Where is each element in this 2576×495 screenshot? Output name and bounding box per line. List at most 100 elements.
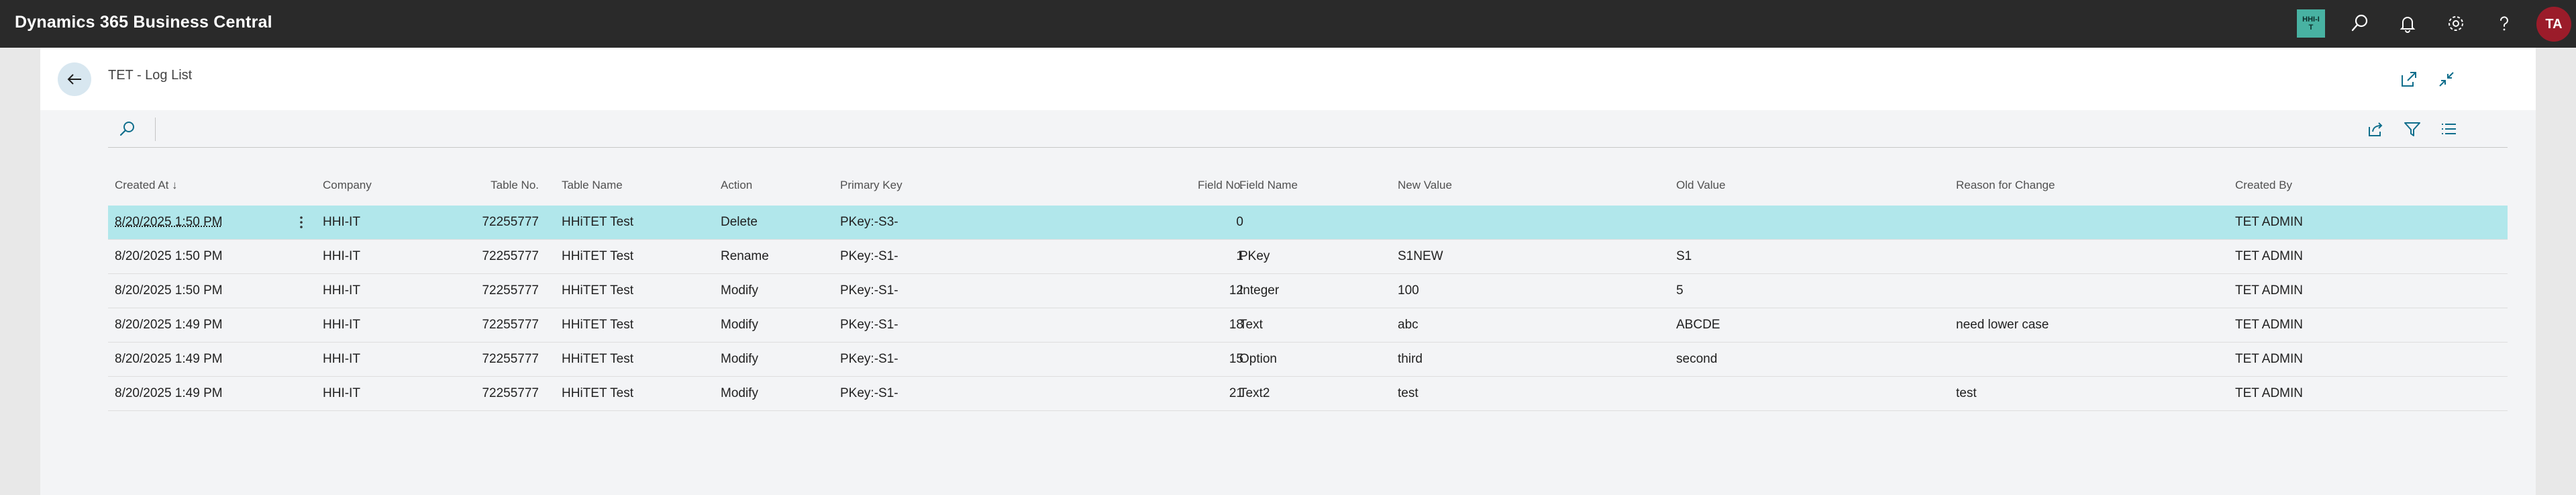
cell-table-name: HHiTET Test (562, 386, 633, 400)
cell-primary-key: PKey:-S1- (840, 352, 898, 366)
cell-field-name (1239, 206, 1374, 239)
cell-created-at[interactable]: 8/20/2025 1:50 PM (115, 240, 269, 273)
cell-field-no: 18 (1229, 318, 1243, 332)
cell-table-no: 72255777 (482, 215, 539, 229)
company-badge[interactable]: HHI-IT (2297, 9, 2325, 38)
search-icon[interactable] (2349, 12, 2371, 35)
column-header-primary-key[interactable]: Primary Key (840, 179, 974, 192)
help-icon[interactable] (2493, 12, 2516, 35)
cell-table-name: HHiTET Test (562, 215, 633, 229)
cell-field-no: 0 (1236, 215, 1243, 229)
cell-old-value: 5 (1676, 283, 1684, 298)
cell-created-by: TET ADMIN (2235, 249, 2303, 263)
table-row[interactable]: 8/20/2025 1:50 PM HHI-IT 72255777 HHiTET Te… (108, 240, 2508, 274)
cell-new-value (1398, 206, 1599, 239)
cell-created-by: TET ADMIN (2235, 386, 2303, 400)
cell-table-name: HHiTET Test (562, 283, 633, 298)
table-row[interactable]: 8/20/2025 1:49 PM HHI-IT 72255777 HHiTET Te… (108, 308, 2508, 343)
column-header-reason[interactable]: Reason for Change (1956, 179, 2157, 192)
cell-reason (1956, 274, 2157, 308)
cell-table-name: HHiTET Test (562, 318, 633, 332)
cell-reason: need lower case (1956, 318, 2049, 332)
cell-created-by: TET ADMIN (2235, 215, 2303, 229)
page-header: TET - Log List (40, 48, 2536, 110)
cell-table-no: 72255777 (482, 386, 539, 400)
gear-icon[interactable] (2444, 12, 2467, 35)
cell-table-no: 72255777 (482, 352, 539, 366)
column-header-company[interactable]: Company (323, 179, 423, 192)
cell-primary-key: PKey:-S3- (840, 215, 898, 229)
column-header-old-value[interactable]: Old Value (1676, 179, 1877, 192)
cell-primary-key: PKey:-S1- (840, 318, 898, 332)
table-row[interactable]: 8/20/2025 1:50 PM HHI-IT 72255777 HHiTET Te… (108, 274, 2508, 308)
column-header-field-no[interactable]: Field No. (1135, 179, 1243, 192)
cell-company: HHI-IT (323, 352, 360, 366)
cell-created-by: TET ADMIN (2235, 283, 2303, 298)
column-header-table-no[interactable]: Table No. (430, 179, 539, 192)
arrow-left-icon (67, 74, 81, 85)
cell-created-at[interactable]: 8/20/2025 1:50 PM (115, 274, 269, 308)
cell-action: Modify (721, 386, 758, 400)
column-header-created-at[interactable]: Created At ↓ (115, 179, 269, 192)
cell-reason (1956, 343, 2157, 376)
cell-action: Delete (721, 215, 758, 229)
cell-field-no: 1 (1236, 249, 1243, 263)
cell-old-value: S1 (1676, 249, 1692, 263)
cell-company: HHI-IT (323, 249, 360, 263)
cell-created-at[interactable]: 8/20/2025 1:49 PM (115, 377, 269, 410)
cell-primary-key: PKey:-S1- (840, 386, 898, 400)
column-header-created-by[interactable]: Created By (2235, 179, 2403, 192)
back-button[interactable] (58, 62, 91, 96)
app-title[interactable]: Dynamics 365 Business Central (15, 0, 272, 48)
column-header-action[interactable]: Action (721, 179, 821, 192)
cell-new-value: abc (1398, 318, 1419, 332)
table-row[interactable]: 8/20/2025 1:49 PM HHI-IT 72255777 HHiTET Te… (108, 343, 2508, 377)
table-row[interactable]: 8/20/2025 1:50 PM HHI-IT 72255777 HHiTET Te… (108, 206, 2508, 240)
cell-reason (1956, 206, 2157, 239)
cell-company: HHI-IT (323, 283, 360, 298)
page-title: TET - Log List (108, 68, 193, 83)
cell-company: HHI-IT (323, 215, 360, 229)
cell-new-value: 100 (1398, 283, 1419, 298)
cell-table-no: 72255777 (482, 249, 539, 263)
avatar-initials: TA (2545, 16, 2563, 32)
column-header-field-name[interactable]: Field Name (1239, 179, 1374, 192)
cell-created-at[interactable]: 8/20/2025 1:50 PM (115, 206, 269, 239)
cell-field-name: Text2 (1239, 386, 1270, 400)
cell-reason (1956, 240, 2157, 273)
cell-field-name: PKey (1239, 249, 1270, 263)
cell-primary-key: PKey:-S1- (840, 283, 898, 298)
cell-field-name: Option (1239, 352, 1277, 366)
cell-field-no: 15 (1229, 352, 1243, 366)
user-avatar[interactable]: TA (2536, 7, 2571, 42)
company-badge-label: HHI-IT (2302, 15, 2320, 32)
cell-created-at[interactable]: 8/20/2025 1:49 PM (115, 308, 269, 342)
cell-old-value: second (1676, 352, 1718, 366)
log-list-table: Created At ↓ Company Table No. Table Name Ac… (108, 132, 2508, 414)
column-header-new-value[interactable]: New Value (1398, 179, 1599, 192)
cell-company: HHI-IT (323, 386, 360, 400)
cell-created-at[interactable]: 8/20/2025 1:49 PM (115, 343, 269, 376)
cell-field-name: Text (1239, 318, 1263, 332)
cell-table-no: 72255777 (482, 283, 539, 298)
cell-reason: test (1956, 386, 1977, 400)
cell-action: Modify (721, 283, 758, 298)
cell-table-no: 72255777 (482, 318, 539, 332)
cell-new-value: third (1398, 352, 1423, 366)
collapse-icon[interactable] (2436, 69, 2457, 90)
open-new-window-icon[interactable] (2398, 69, 2420, 90)
cell-field-no: 21 (1229, 386, 1243, 400)
bell-icon[interactable] (2396, 12, 2419, 35)
cell-old-value: ABCDE (1676, 318, 1720, 332)
cell-field-name: Integer (1239, 283, 1280, 298)
top-bar: Dynamics 365 Business Central HHI-IT TA (0, 0, 2576, 48)
cell-primary-key: PKey:-S1- (840, 249, 898, 263)
cell-created-by: TET ADMIN (2235, 352, 2303, 366)
more-options-icon[interactable] (293, 214, 309, 231)
cell-field-no: 12 (1229, 283, 1243, 298)
column-header-table-name[interactable]: Table Name (562, 179, 696, 192)
cell-table-name: HHiTET Test (562, 352, 633, 366)
cell-new-value: test (1398, 386, 1419, 400)
table-row[interactable]: 8/20/2025 1:49 PM HHI-IT 72255777 HHiTET Te… (108, 377, 2508, 411)
cell-action: Modify (721, 318, 758, 332)
